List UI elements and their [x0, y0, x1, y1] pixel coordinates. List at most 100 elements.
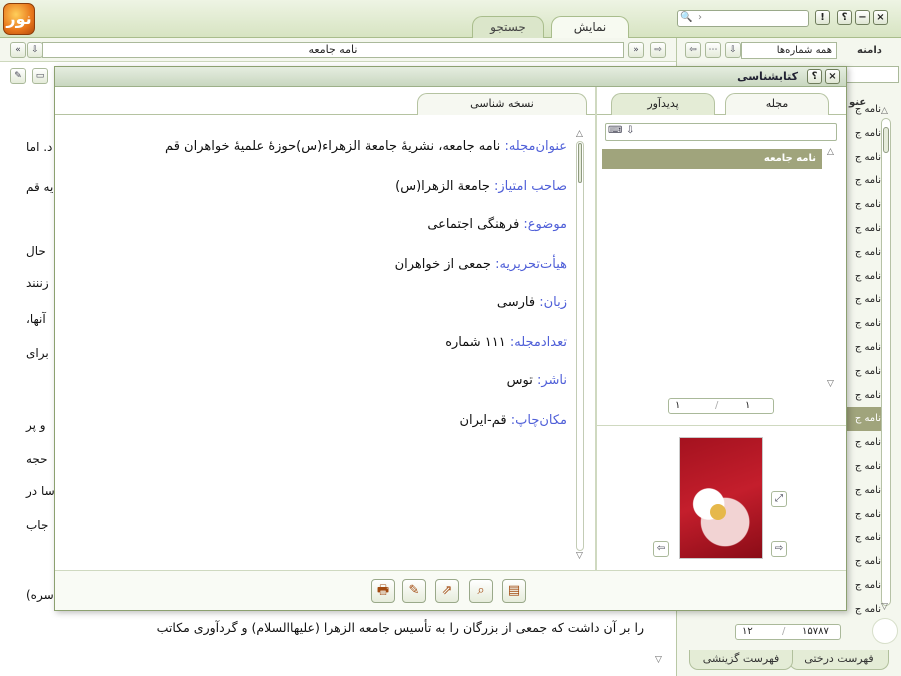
document-line: سره)	[26, 588, 54, 602]
field-row: زبان: فارسی	[497, 295, 567, 310]
list-item[interactable]: نامه ج	[843, 122, 883, 146]
scroll-up-icon[interactable]: △	[881, 106, 888, 116]
list-item[interactable]: نامه ج	[843, 479, 883, 503]
pager-left-value: ۱	[675, 400, 681, 411]
down-arrow-icon[interactable]: ⇩	[725, 42, 741, 58]
note-button[interactable]: ▤	[502, 579, 526, 603]
scroll-down-icon[interactable]: ▽	[576, 551, 583, 561]
field-key: عنوان‌مجله:	[504, 139, 567, 154]
edit-button[interactable]: ✎	[402, 579, 426, 603]
wrench-icon[interactable]: ✎	[10, 68, 26, 84]
pager-right-value: ۱	[745, 400, 751, 411]
list-item[interactable]: نامه ج	[843, 550, 883, 574]
list-item[interactable]: نامه ج	[843, 312, 883, 336]
scroll-down-icon[interactable]: ▽	[881, 602, 888, 612]
edition-fields: عنوان‌مجله: نامه جامعه، نشریهٔ جامعة الز…	[55, 67, 595, 547]
tab-creator[interactable]: پدیدآور	[611, 93, 715, 115]
print-button[interactable]: 🖶	[371, 579, 395, 603]
cover-prev-button[interactable]: ⇦	[653, 541, 669, 557]
list-item[interactable]: نامه ج	[843, 407, 883, 432]
list-item[interactable]: نامه ج	[843, 288, 883, 312]
scrollbar-thumb[interactable]	[578, 143, 582, 183]
list-item[interactable]: نامه ج	[843, 455, 883, 479]
list-item[interactable]: نامه ج	[843, 98, 883, 122]
document-line: آنها،	[26, 312, 46, 326]
list-item[interactable]: نامه ج	[843, 526, 883, 550]
scroll-down-icon[interactable]: ▽	[827, 379, 834, 389]
top-search-input[interactable]: 🔍 ›	[677, 10, 809, 27]
document-line: و پر	[26, 418, 46, 432]
search-button[interactable]: ⌕	[469, 579, 493, 603]
list-item[interactable]: نامه ج	[843, 336, 883, 360]
field-value: فرهنگی اجتماعی	[427, 217, 524, 232]
tab-magazine[interactable]: مجله	[725, 93, 829, 115]
issues-dropdown[interactable]: همه شماره‌ها	[741, 42, 837, 59]
magazine-search-input[interactable]: ⌨ ⇩	[605, 123, 837, 141]
list-item[interactable]: نامه ج	[843, 574, 883, 598]
arrow-down-icon[interactable]: ⇩	[626, 125, 634, 136]
forward-arrow-icon[interactable]: ⇨	[650, 42, 666, 58]
scroll-up-icon[interactable]: △	[576, 129, 583, 139]
export-button[interactable]: ⇗	[435, 579, 459, 603]
tab-show[interactable]: نمایش	[551, 16, 629, 39]
list-item[interactable]: نامه ج	[843, 431, 883, 455]
tab-tree-list[interactable]: فهرست درختی	[789, 650, 889, 670]
field-row: صاحب امتیاز: جامعة الزهرا(س)	[395, 179, 567, 194]
layout-icon[interactable]: ▭	[32, 68, 48, 84]
close-button[interactable]: ×	[873, 10, 888, 25]
list-item[interactable]: نامه ج	[843, 360, 883, 384]
document-bottom-line: را بر آن داشت که جمعی از بزرگان را به تأ…	[156, 620, 644, 635]
document-line: د. اما	[26, 140, 53, 154]
field-key: مکان‌چاپ:	[510, 413, 567, 428]
field-key: زبان:	[539, 295, 567, 310]
field-key: موضوع:	[523, 217, 567, 232]
expand-icon[interactable]: ⤢	[771, 491, 787, 507]
field-row: عنوان‌مجله: نامه جامعه، نشریهٔ جامعة الز…	[165, 139, 567, 154]
alert-button[interactable]: !	[815, 10, 830, 25]
scrollbar-thumb[interactable]	[883, 127, 889, 153]
app-title-bar: نور جستجو نمایش 🔍 › ! ؟ − ×	[0, 0, 901, 39]
list-item[interactable]: نامه ج	[843, 193, 883, 217]
address-bar: « ⇩ نامه جامعه » ⇨ ✎ ▭	[0, 38, 676, 84]
pager-left-value: ۱۲	[742, 626, 753, 637]
field-key: ناشر:	[536, 373, 567, 388]
double-left-button[interactable]: «	[10, 42, 26, 58]
magazine-pager[interactable]: ۱ / ۱	[668, 398, 774, 414]
list-item[interactable]: نامه ج	[843, 169, 883, 193]
dialog-help-button[interactable]: ؟	[807, 69, 822, 84]
doc-scroll-down-icon[interactable]: ▽	[655, 655, 662, 665]
tab-search[interactable]: جستجو	[472, 16, 544, 38]
edition-scrollbar[interactable]: △ ▽	[575, 129, 585, 561]
keyboard-icon[interactable]: ⌨	[608, 125, 622, 136]
more-icon[interactable]: ⋯	[705, 42, 721, 58]
document-line: حال	[26, 244, 46, 258]
scroll-knob[interactable]	[872, 618, 898, 644]
minimize-button[interactable]: −	[855, 10, 870, 25]
back-arrow-icon[interactable]: ⇦	[685, 42, 701, 58]
field-key: صاحب امتیاز:	[494, 179, 567, 194]
tab-select-list[interactable]: فهرست گزینشی	[689, 650, 793, 670]
scroll-up-icon[interactable]: △	[827, 147, 834, 157]
document-line: یه قم	[26, 180, 54, 194]
list-item[interactable]: نامه ج	[843, 217, 883, 241]
address-field[interactable]: نامه جامعه	[42, 42, 624, 58]
list-item[interactable]: نامه ج	[843, 384, 883, 408]
list-item[interactable]: نامه ج	[843, 503, 883, 527]
dialog-close-button[interactable]: ×	[825, 69, 840, 84]
double-right-button[interactable]: »	[628, 42, 644, 58]
field-row: مکان‌چاپ: قم-ایران	[459, 413, 567, 428]
cover-next-button[interactable]: ⇨	[771, 541, 787, 557]
list-item[interactable]: نامه ج	[843, 241, 883, 265]
list-item[interactable]: نامه ج	[843, 265, 883, 289]
app-logo-icon[interactable]: نور	[3, 3, 35, 35]
help-button[interactable]: ؟	[837, 10, 852, 25]
list-item[interactable]: نامه ج	[843, 598, 883, 622]
right-pager[interactable]: ۱۲ / ۱۵۷۸۷	[735, 624, 841, 640]
search-icon[interactable]: 🔍	[680, 12, 692, 23]
search-arrow-icon: ›	[698, 12, 702, 23]
magazine-result-item[interactable]: نامه جامعه	[602, 149, 822, 169]
range-input[interactable]	[845, 66, 899, 83]
arrow-down-icon[interactable]: ⇩	[27, 42, 43, 58]
right-list-scrollbar[interactable]	[881, 118, 891, 606]
list-item[interactable]: نامه ج	[843, 146, 883, 170]
